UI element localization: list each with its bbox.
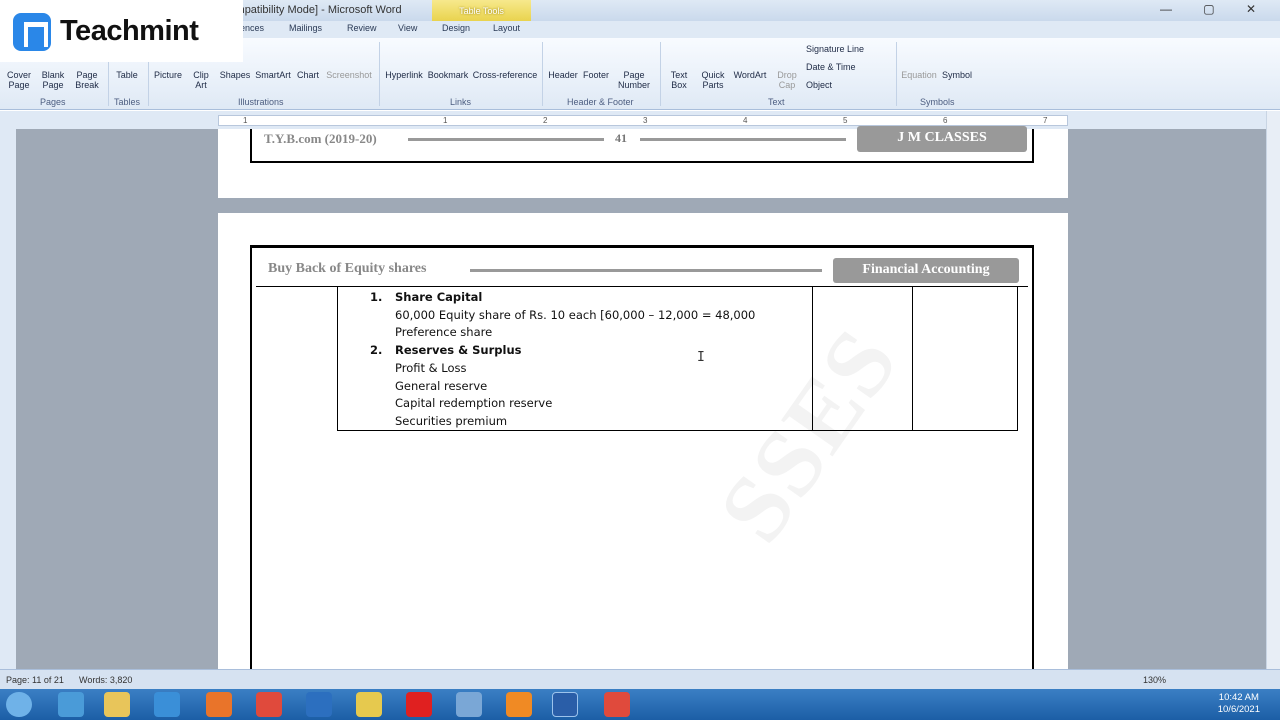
- ruler-number: 1: [443, 116, 448, 125]
- page-current[interactable]: Buy Back of Equity shares Financial Acco…: [218, 213, 1068, 685]
- course-label: T.Y.B.com (2019-20): [264, 131, 377, 146]
- group-tables: Tables: [114, 97, 141, 107]
- horizontal-ruler[interactable]: 1 1 2 3 4 5 6 7: [0, 111, 1280, 129]
- symbol-button[interactable]: Symbol: [940, 42, 974, 80]
- quick-parts-button[interactable]: Quick Parts: [698, 42, 728, 90]
- group-text: Text: [768, 97, 785, 107]
- firefox-icon[interactable]: [206, 692, 232, 717]
- table-line[interactable]: Profit & Loss: [395, 361, 467, 375]
- footer-button[interactable]: Footer: [580, 42, 612, 80]
- chrome-icon[interactable]: [256, 692, 282, 717]
- drop-cap-button[interactable]: Drop Cap: [772, 42, 802, 90]
- table-tools-label: Table Tools: [432, 0, 531, 21]
- ie-icon[interactable]: [58, 692, 84, 717]
- cross-reference-button[interactable]: Cross-reference: [472, 42, 538, 80]
- file-icon[interactable]: [456, 692, 482, 717]
- chart-button[interactable]: Chart: [294, 42, 322, 80]
- smartart-button[interactable]: SmartArt: [254, 42, 292, 80]
- table-line[interactable]: Preference share: [395, 325, 492, 339]
- youtube-icon[interactable]: [406, 692, 432, 717]
- tab-design[interactable]: Design: [442, 23, 470, 33]
- tab-layout[interactable]: Layout: [493, 23, 520, 33]
- group-illustrations: Illustrations: [238, 97, 284, 107]
- folder-icon[interactable]: [356, 692, 382, 717]
- chrome-window-icon[interactable]: [604, 692, 630, 717]
- app-icon[interactable]: [306, 692, 332, 717]
- tab-mailings[interactable]: Mailings: [289, 23, 322, 33]
- page-count[interactable]: Page: 11 of 21: [6, 675, 64, 685]
- object-button[interactable]: Object: [806, 80, 896, 90]
- item-number: 1.: [370, 290, 383, 304]
- table-line[interactable]: Share Capital: [395, 290, 482, 304]
- zoom-level[interactable]: 130%: [1143, 675, 1166, 685]
- date-time-button[interactable]: Date & Time: [806, 62, 896, 72]
- tab-review[interactable]: Review: [347, 23, 377, 33]
- equation-button[interactable]: Equation: [898, 42, 940, 80]
- foxit-icon[interactable]: [506, 692, 532, 717]
- page-number-button[interactable]: Page Number: [612, 42, 656, 90]
- window-controls[interactable]: — ▢ ✕: [1160, 2, 1270, 16]
- bookmark-button[interactable]: Bookmark: [426, 42, 470, 80]
- page-header-frame: T.Y.B.com (2019-20) 41 J M CLASSES: [250, 126, 1034, 163]
- hyperlink-button[interactable]: Hyperlink: [383, 42, 425, 80]
- table-line[interactable]: Capital redemption reserve: [395, 396, 552, 410]
- teachmint-logo-icon: [13, 13, 51, 51]
- table-line[interactable]: Securities premium: [395, 414, 507, 428]
- ruler-number: 6: [943, 116, 948, 125]
- group-pages: Pages: [40, 97, 66, 107]
- page-number: 41: [615, 131, 627, 145]
- table-line[interactable]: Reserves & Surplus: [395, 343, 522, 357]
- group-header-footer: Header & Footer: [567, 97, 634, 107]
- clock-date: 10/6/2021: [1217, 704, 1260, 715]
- ruler-number: 1: [243, 116, 248, 125]
- vertical-ruler: [0, 129, 16, 669]
- clock-time: 10:42 AM: [1218, 692, 1259, 703]
- status-bar: Page: 11 of 21 Words: 3,820 130%: [0, 669, 1280, 689]
- vertical-scrollbar[interactable]: [1266, 111, 1280, 669]
- teachmint-overlay: Teachmint: [0, 0, 243, 62]
- ruler-number: 5: [843, 116, 848, 125]
- brand-badge: J M CLASSES: [857, 126, 1027, 152]
- header-button[interactable]: Header: [546, 42, 580, 80]
- media-icon[interactable]: [154, 692, 180, 717]
- document-workspace[interactable]: T.Y.B.com (2019-20) 41 J M CLASSES Buy B…: [0, 126, 1266, 685]
- explorer-icon[interactable]: [104, 692, 130, 717]
- ruler-number: 7: [1043, 116, 1048, 125]
- teachmint-brand: Teachmint: [60, 15, 199, 47]
- chapter-header: Buy Back of Equity shares: [268, 261, 427, 276]
- ruler-number: 3: [643, 116, 648, 125]
- page-previous: T.Y.B.com (2019-20) 41 J M CLASSES: [218, 126, 1068, 198]
- start-icon[interactable]: [6, 692, 32, 717]
- signature-line-button[interactable]: Signature Line: [806, 44, 896, 54]
- item-number: 2.: [370, 343, 383, 357]
- text-box-button[interactable]: Text Box: [664, 42, 694, 90]
- ruler-number: 2: [543, 116, 548, 125]
- taskbar: 10:42 AM 10/6/2021: [0, 689, 1280, 720]
- screenshot-button[interactable]: Screenshot: [325, 42, 373, 80]
- word-count[interactable]: Words: 3,820: [79, 675, 132, 685]
- subject-badge: Financial Accounting: [833, 258, 1019, 283]
- word-icon[interactable]: [552, 692, 578, 717]
- tab-view[interactable]: View: [398, 23, 417, 33]
- ruler-number: 4: [743, 116, 748, 125]
- text-cursor-icon: I: [697, 350, 705, 365]
- wordart-button[interactable]: WordArt: [730, 42, 770, 80]
- tab-references[interactable]: ences: [240, 23, 264, 33]
- table-line[interactable]: 60,000 Equity share of Rs. 10 each [60,0…: [395, 308, 755, 322]
- clock[interactable]: 10:42 AM 10/6/2021: [1218, 692, 1260, 716]
- group-links: Links: [450, 97, 472, 107]
- page-border: Buy Back of Equity shares Financial Acco…: [250, 245, 1034, 685]
- group-symbols: Symbols: [920, 97, 955, 107]
- balance-table[interactable]: 1. Share Capital 60,000 Equity share of …: [337, 287, 1018, 431]
- table-line[interactable]: General reserve: [395, 379, 487, 393]
